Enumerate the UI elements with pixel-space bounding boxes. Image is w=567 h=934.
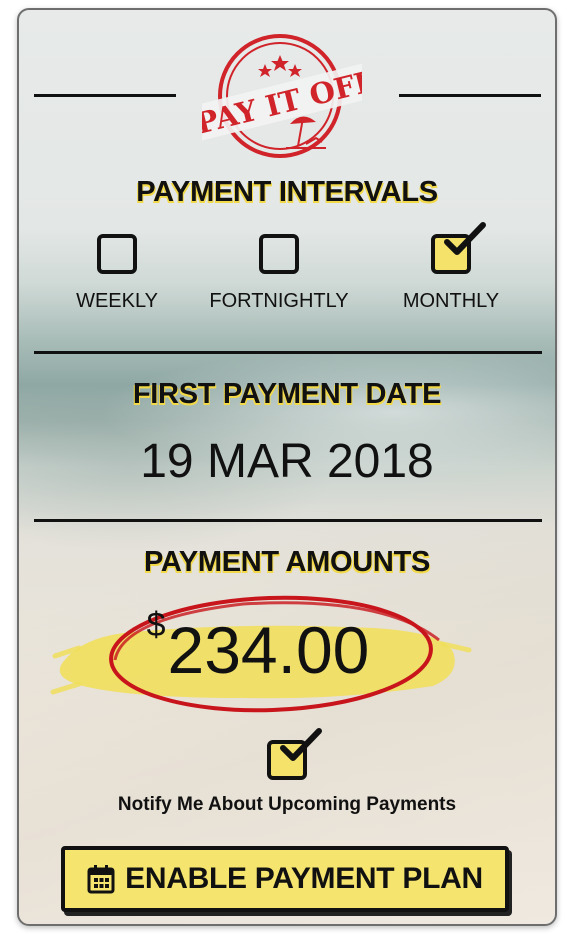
payment-plan-card: PAY IT OFF PAYMENT INTERVALS WEEKLY FORT… xyxy=(17,8,557,926)
interval-option-monthly[interactable]: MONTHLY xyxy=(381,222,521,313)
divider-top-right xyxy=(399,94,541,97)
calendar-icon xyxy=(87,865,115,894)
amount-number: 234.00 xyxy=(167,613,370,687)
pay-it-off-logo: PAY IT OFF xyxy=(193,22,379,172)
checkmark-icon xyxy=(280,728,322,761)
notify-label: Notify Me About Upcoming Payments xyxy=(117,794,457,815)
interval-option-weekly[interactable]: WEEKLY xyxy=(47,234,187,313)
amounts-heading: PAYMENT AMOUNTS xyxy=(143,546,431,578)
currency-symbol: $ xyxy=(146,606,166,644)
enable-payment-plan-label: ENABLE PAYMENT PLAN xyxy=(125,862,483,895)
divider-1 xyxy=(34,351,542,354)
intervals-heading: PAYMENT INTERVALS xyxy=(136,176,438,208)
enable-payment-plan-button[interactable]: ENABLE PAYMENT PLAN xyxy=(61,846,509,912)
logo-text: PAY IT OFF xyxy=(202,63,362,140)
fortnightly-label: FORTNIGHTLY xyxy=(209,290,349,312)
weekly-label: WEEKLY xyxy=(76,290,158,312)
notify-checkbox-wrap[interactable] xyxy=(267,728,322,780)
monthly-label: MONTHLY xyxy=(402,290,500,312)
payment-amount-highlight[interactable]: $234.00 xyxy=(43,588,473,728)
divider-2 xyxy=(34,519,542,522)
first-payment-heading: FIRST PAYMENT DATE xyxy=(132,378,442,410)
first-payment-date[interactable]: 19 MAR 2018 xyxy=(19,434,555,489)
monthly-checkbox[interactable] xyxy=(431,222,486,274)
notify-checkbox[interactable] xyxy=(267,728,322,780)
fortnightly-checkbox[interactable] xyxy=(259,234,299,274)
payment-amount-value: $234.00 xyxy=(43,606,473,688)
divider-top-left xyxy=(34,94,176,97)
weekly-checkbox[interactable] xyxy=(97,234,137,274)
checkmark-icon xyxy=(444,222,486,255)
interval-option-fortnightly[interactable]: FORTNIGHTLY xyxy=(209,234,349,313)
